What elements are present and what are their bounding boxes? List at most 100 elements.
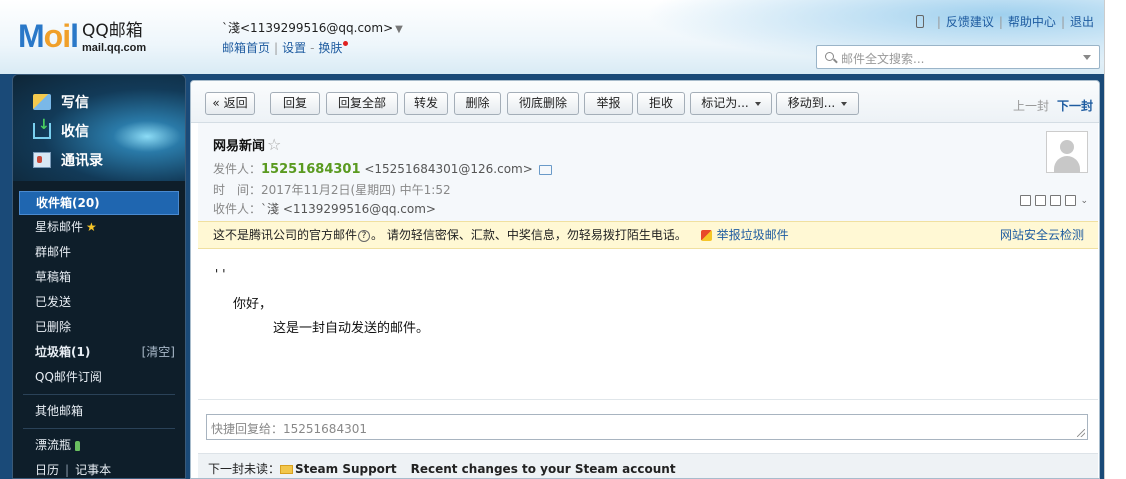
- mail-header: 网易新闻 ☆ 发件人：15251684301 <15251684301@126.c…: [198, 123, 1098, 221]
- move-to-dropdown[interactable]: 移动到...: [776, 92, 859, 115]
- mark-as-dropdown[interactable]: 标记为...: [690, 92, 772, 115]
- skin-link[interactable]: 换肤: [318, 41, 342, 55]
- logo-title: QQ邮箱: [81, 21, 143, 41]
- mail-body: '' 你好， 这是一封自动发送的邮件。: [213, 267, 429, 336]
- recipient-row: 收件人：`淺 <1139299516@qq.com>: [213, 200, 436, 217]
- search-input[interactable]: 邮件全文搜索...: [816, 45, 1100, 69]
- warning-text-a: 这不是腾讯公司的官方邮件: [213, 228, 358, 242]
- chevron-down-icon[interactable]: [1083, 55, 1091, 60]
- time-label: 时 间：: [213, 183, 262, 197]
- report-spam-label: 举报垃圾邮件: [716, 228, 789, 242]
- settings-link[interactable]: 设置: [282, 41, 306, 55]
- body-quote: '': [213, 267, 228, 281]
- divider: |: [274, 41, 279, 55]
- sidebar-actions: 写信 收信 通讯录: [13, 75, 185, 181]
- delete-button[interactable]: 删除: [454, 92, 501, 115]
- print-icon[interactable]: [1065, 195, 1077, 206]
- body-text: 这是一封自动发送的邮件。: [273, 321, 430, 336]
- contact-card-icon[interactable]: [538, 164, 552, 175]
- notes-link[interactable]: 记事本: [75, 463, 111, 477]
- envelope-icon: [280, 465, 294, 474]
- mail-pager: 上一封 下一封: [1013, 97, 1093, 114]
- prev-mail-link[interactable]: 上一封: [1013, 99, 1049, 113]
- divider: |: [1060, 14, 1065, 29]
- mail-reader: « 返回 回复 回复全部 转发 删除 彻底删除 举报 拒收 标记为... 移动到…: [190, 80, 1100, 479]
- sidebar-item-bottle[interactable]: 漂流瓶: [13, 433, 185, 458]
- logo-mark: Moil: [18, 18, 79, 54]
- report-spam-link[interactable]: 举报垃圾邮件: [700, 228, 789, 242]
- help-icon[interactable]: ?: [358, 229, 371, 242]
- contacts-label: 通讯录: [61, 152, 103, 169]
- sidebar-item-drafts[interactable]: 草稿箱: [13, 265, 185, 290]
- chevron-down-icon[interactable]: ⌄: [1080, 196, 1088, 206]
- logout-link[interactable]: 退出: [1070, 13, 1094, 30]
- mail-view-tools: ⌄: [1020, 195, 1088, 206]
- divider: [198, 399, 1098, 400]
- warning-text-b: 。 请勿轻信密保、汇款、中奖信息，勿轻易拨打陌生电话。: [371, 228, 687, 242]
- sidebar-item-other-mailboxes[interactable]: 其他邮箱: [13, 399, 185, 424]
- avatar: [1046, 131, 1088, 173]
- resize-handle-icon[interactable]: [1077, 429, 1085, 437]
- divider: [23, 428, 175, 429]
- divider: |: [936, 14, 941, 29]
- sidebar-item-deleted[interactable]: 已删除: [13, 315, 185, 340]
- quick-reply-placeholder: 快捷回复给：15251684301: [211, 422, 367, 436]
- new-window-icon[interactable]: [1020, 195, 1032, 206]
- account-switcher[interactable]: `淺<1139299516@qq.com> ▼: [222, 19, 403, 36]
- next-unread-sender[interactable]: Steam Support: [295, 462, 397, 476]
- sidebar-item-subscriptions[interactable]: QQ邮件订阅: [13, 365, 185, 390]
- sidebar-item-sent[interactable]: 已发送: [13, 290, 185, 315]
- security-check-link[interactable]: 网站安全云检测: [1000, 222, 1084, 248]
- sidebar-item-starred[interactable]: 星标邮件 ★: [13, 215, 185, 240]
- phone-icon[interactable]: [915, 15, 924, 28]
- sidebar-item-spam[interactable]: 垃圾箱(1) [清空]: [13, 340, 185, 365]
- sidebar-item-label: 星标邮件: [35, 220, 84, 234]
- security-warning: 这不是腾讯公司的官方邮件?。 请勿轻信密保、汇款、中奖信息，勿轻易拨打陌生电话。…: [198, 221, 1098, 249]
- view-source-icon[interactable]: [1035, 195, 1047, 206]
- mailbox-home-link[interactable]: 邮箱首页: [222, 41, 270, 55]
- quick-reply-input[interactable]: 快捷回复给：15251684301: [206, 414, 1088, 440]
- header-right-links: | 反馈建议 | 帮助中心 | 退出: [915, 13, 1094, 30]
- divider: |: [998, 14, 1003, 29]
- chevron-down-icon: ▼: [395, 24, 403, 35]
- delete-forever-button[interactable]: 彻底删除: [507, 92, 579, 115]
- logo[interactable]: Moil QQ邮箱 mail.qq.com: [18, 18, 146, 55]
- clear-spam-link[interactable]: [清空]: [142, 340, 175, 365]
- body-greeting: 你好，: [233, 297, 273, 312]
- help-link[interactable]: 帮助中心: [1008, 13, 1056, 30]
- sidebar-item-inbox[interactable]: 收件箱(20): [19, 191, 179, 215]
- divider: |: [65, 463, 70, 477]
- receive-button[interactable]: 收信: [13, 116, 185, 145]
- mail-toolbar: « 返回 回复 回复全部 转发 删除 彻底删除 举报 拒收 标记为... 移动到…: [191, 81, 1099, 123]
- mail-subject: 网易新闻 ☆: [213, 135, 281, 154]
- download-icon[interactable]: [1050, 195, 1062, 206]
- reply-button[interactable]: 回复: [270, 92, 320, 115]
- back-button[interactable]: « 返回: [205, 92, 255, 115]
- feedback-link[interactable]: 反馈建议: [946, 13, 994, 30]
- next-mail-link[interactable]: 下一封: [1057, 99, 1093, 113]
- divider: [23, 394, 175, 395]
- sidebar-item-label: 漂流瓶: [35, 438, 72, 452]
- write-button[interactable]: 写信: [13, 87, 185, 116]
- sidebar-item-group[interactable]: 群邮件: [13, 240, 185, 265]
- forward-button[interactable]: 转发: [404, 92, 448, 115]
- reject-button[interactable]: 拒收: [637, 92, 685, 115]
- contacts-button[interactable]: 通讯录: [13, 145, 185, 174]
- account-name: `淺<1139299516@qq.com>: [222, 21, 394, 35]
- chevron-down-icon: [754, 101, 761, 106]
- sidebar-item-label: 垃圾箱(1): [35, 345, 91, 359]
- top-links: 邮箱首页 | 设置 - 换肤: [222, 39, 349, 56]
- bottle-icon: [75, 440, 81, 451]
- window-scrollbar[interactable]: [1104, 0, 1126, 479]
- star-icon[interactable]: ☆: [267, 135, 281, 154]
- sender-name[interactable]: 15251684301: [261, 162, 361, 177]
- search-placeholder: 邮件全文搜索...: [841, 52, 925, 66]
- inbox-download-icon: [33, 117, 51, 139]
- move-to-label: 移动到...: [787, 96, 836, 110]
- sender-row: 发件人：15251684301 <15251684301@126.com>: [213, 160, 552, 177]
- calendar-link[interactable]: 日历: [35, 463, 59, 477]
- next-unread-subject[interactable]: Recent changes to your Steam account: [411, 462, 676, 476]
- recipient-value: `淺 <1139299516@qq.com>: [261, 202, 436, 216]
- reply-all-button[interactable]: 回复全部: [326, 92, 398, 115]
- report-button[interactable]: 举报: [584, 92, 633, 115]
